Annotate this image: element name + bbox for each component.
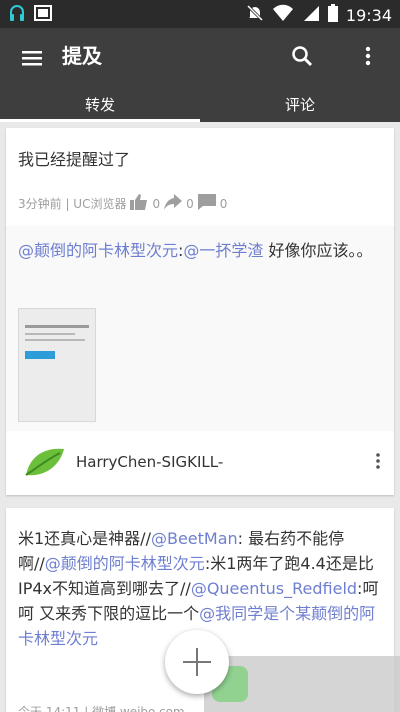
post-meta: 3分钟前 | UC浏览器 0 0 0 [18,194,227,213]
signal-icon [302,4,320,26]
menu-icon[interactable] [20,46,44,70]
notifications-off-icon [246,4,264,26]
text-body: 好像你应该。。 [263,241,373,260]
mention-link[interactable]: @一抔学渣 [183,241,263,260]
like-count: 0 [152,196,161,211]
post-meta: 今天 14:11 | 微博 weibo.com [18,705,185,712]
search-icon[interactable] [290,44,314,72]
post-time-source: 3分钟前 | UC浏览器 [18,197,127,211]
image-icon [34,4,52,28]
repost-icon[interactable] [164,194,183,213]
plus-icon [183,648,211,676]
tab-comments[interactable]: 评论 [200,84,400,122]
post-text: @颠倒的阿卡林型次元:@一抔学渣 好像你应该。。 [18,238,382,263]
author-row[interactable]: HarryChen-SIGKILL- [6,431,394,495]
author-avatar-leaf-icon[interactable] [24,445,66,483]
comment-count: 0 [219,196,228,211]
tab-bar: 转发 评论 [0,84,400,122]
more-vert-icon[interactable] [356,44,380,72]
repost-card[interactable]: @颠倒的阿卡林型次元:@一抔学渣 好像你应该。。 HarryChen-SIGKI… [6,226,394,495]
repost-count: 0 [186,196,194,211]
wifi-icon [272,4,294,26]
clock: 19:34 [345,5,392,25]
text-body: 米1还真心是神器// [18,529,151,548]
post-text: 我已经提醒过了 [18,150,131,169]
status-bar: 19:34 [0,0,400,28]
comment-icon[interactable] [197,194,216,213]
author-name[interactable]: HarryChen-SIGKILL- [76,453,223,471]
headset-icon [8,4,26,28]
mention-link[interactable]: @BeetMan [151,529,238,548]
blurred-notification [204,656,400,712]
tab-reposts[interactable]: 转发 [0,84,200,122]
mention-card[interactable]: 我已经提醒过了 3分钟前 | UC浏览器 0 0 0 [6,128,394,228]
app-bar: 提及 转发 评论 [0,28,400,122]
page-title: 提及 [62,44,102,68]
mention-link[interactable]: @Queentus_Redfield [191,579,357,598]
more-vert-icon[interactable] [368,451,388,475]
like-icon[interactable] [130,194,148,213]
mention-link[interactable]: @我同学是个某 [199,604,311,623]
mention-link[interactable]: @颠倒的阿卡林型次元 [45,554,205,573]
attached-image[interactable] [18,308,96,422]
mention-link[interactable]: @颠倒的阿卡林型次元 [18,241,178,260]
compose-fab-button[interactable] [165,630,229,694]
battery-icon [327,4,338,26]
